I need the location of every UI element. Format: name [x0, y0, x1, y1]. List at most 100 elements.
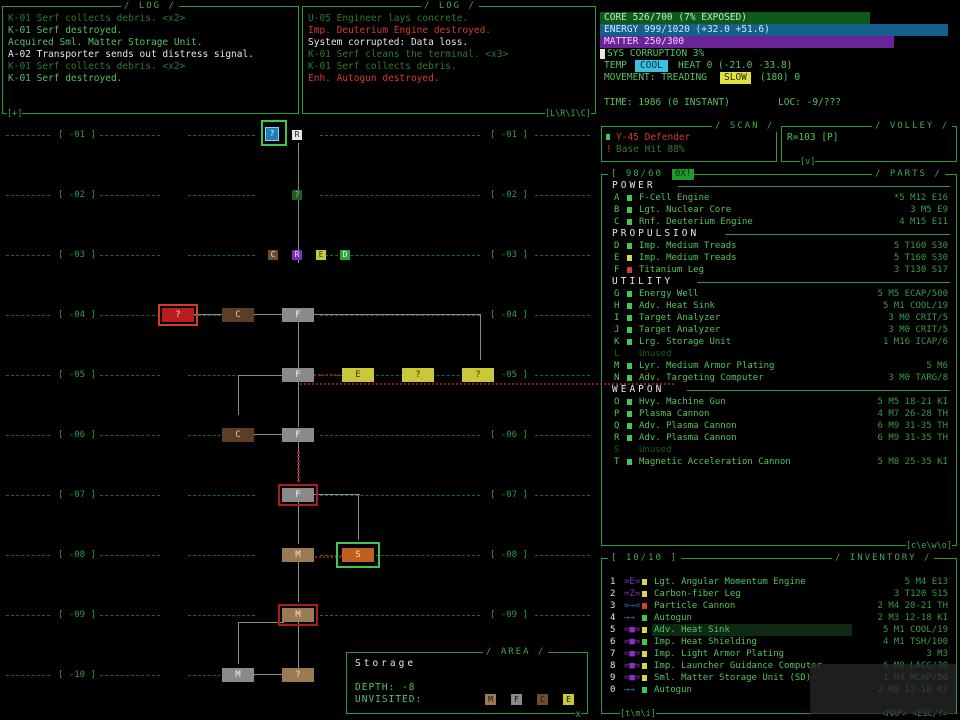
part-stats: 3 M0 CRIT/5: [888, 325, 948, 335]
part-integrity-icon: [627, 303, 632, 309]
part-name: Energy Well: [639, 289, 699, 299]
part-row[interactable]: C Rnf. Deuterium Engine 4 M15 E11: [614, 216, 950, 228]
part-integrity-icon: [627, 243, 632, 249]
inventory-slot-number: 8: [610, 661, 616, 671]
depth-guide-line: [188, 195, 255, 196]
depth-guide-line: [6, 255, 50, 256]
inventory-item[interactable]: 1 =E= Lgt. Angular Momentum Engine 5 M4 E13: [610, 576, 950, 588]
map-node[interactable]: ?: [402, 368, 434, 382]
map-node[interactable]: M: [278, 604, 318, 626]
map-node[interactable]: C: [268, 250, 278, 260]
depth-label-left: [ -08 ]: [58, 550, 96, 560]
map-node[interactable]: S: [336, 542, 380, 568]
inventory-item[interactable]: 2 =Z= Carbon-fiber Leg 3 T120 S15: [610, 588, 950, 600]
temp-badge: COOL: [635, 60, 668, 72]
parts-title: / PARTS /: [872, 169, 945, 180]
inventory-slot-number: 3: [610, 601, 616, 611]
parts-filter-tabs[interactable]: [c\e\w\o]: [905, 541, 952, 551]
depth-guide-line: [100, 255, 160, 256]
part-name: Magnetic Acceleration Cannon: [639, 457, 791, 467]
part-row[interactable]: B Lgt. Nuclear Core 3 M5 E9: [614, 204, 950, 216]
part-name: Titanium Leg: [639, 265, 705, 275]
item-type-icon: =■=: [624, 661, 641, 671]
part-row[interactable]: L Unused: [614, 348, 950, 360]
depth-guide-line: [100, 435, 160, 436]
part-row[interactable]: H Adv. Heat Sink 5 M1 COOL/19: [614, 300, 950, 312]
part-stats: 5 T160 S30: [893, 241, 948, 251]
inventory-item[interactable]: 7 =■= Imp. Light Armor Plating 3 M3: [610, 648, 950, 660]
map-node[interactable]: C: [222, 428, 254, 442]
map-node[interactable]: ?: [462, 368, 494, 382]
map-node[interactable]: F: [282, 308, 314, 322]
part-row[interactable]: J Target Analyzer 3 M0 CRIT/5: [614, 324, 950, 336]
log-panel-left: / LOG / K-01 Serf collects debris. <x2> K…: [2, 1, 299, 119]
part-row[interactable]: M Lyr. Medium Armor Plating 5 M6: [614, 360, 950, 372]
map-node[interactable]: ?: [292, 190, 302, 200]
inventory-item[interactable]: 4 →→ Autogun 2 M3 12-18 KI: [610, 612, 950, 624]
part-row[interactable]: F Titanium Leg 3 T130 S17: [614, 264, 950, 276]
depth-label-left: [ -09 ]: [58, 610, 96, 620]
hazard-connector: [300, 383, 674, 385]
path-dot: [298, 232, 299, 234]
part-row[interactable]: Q Adv. Plasma Cannon 6 M9 31-35 TH: [614, 420, 950, 432]
item-type-icon: =■=: [624, 625, 641, 635]
log-line: K-01 Serf cleans the terminal. <x3>: [308, 49, 509, 60]
depth-label-left: [ -03 ]: [58, 250, 96, 260]
part-row[interactable]: G Energy Well 5 M5 ECAP/500: [614, 288, 950, 300]
scan-alert-icon: !: [606, 144, 612, 155]
item-integrity-icon: [642, 603, 647, 609]
volley-range: R=103 [P]: [787, 132, 839, 143]
map-connector: [314, 314, 480, 315]
part-key: O: [614, 397, 620, 407]
inventory-item[interactable]: 6 =■= Imp. Heat Shielding 4 M1 TSH/100: [610, 636, 950, 648]
map-node[interactable]: ?: [282, 668, 314, 682]
section-divider: [696, 282, 950, 283]
map-node[interactable]: E: [316, 250, 326, 260]
item-name: Autogun: [654, 613, 692, 623]
part-row[interactable]: O Hvy. Machine Gun 5 M5 18-21 KI: [614, 396, 950, 408]
area-close-button[interactable]: x: [575, 709, 581, 720]
part-row[interactable]: A F-Cell Engine *5 M12 E16: [614, 192, 950, 204]
log-expand-button[interactable]: [+]: [7, 109, 23, 119]
map-node[interactable]: M: [282, 548, 314, 562]
part-row[interactable]: D Imp. Medium Treads 5 T160 S30: [614, 240, 950, 252]
depth-guide-line: [320, 615, 480, 616]
volley-toggle[interactable]: [v]: [800, 157, 816, 167]
map-node[interactable]: F: [282, 428, 314, 442]
part-row[interactable]: I Target Analyzer 3 M0 CRIT/5: [614, 312, 950, 324]
log-filter-tabs[interactable]: [L\R\I\C]: [544, 109, 591, 119]
item-integrity-icon: [642, 639, 647, 645]
part-name: Hvy. Machine Gun: [639, 397, 726, 407]
part-row[interactable]: K Lrg. Storage Unit 1 M16 ICAP/6: [614, 336, 950, 348]
part-row[interactable]: R Adv. Plasma Cannon 6 M9 31-35 TH: [614, 432, 950, 444]
part-row[interactable]: E Imp. Medium Treads 5 T160 S30: [614, 252, 950, 264]
part-stats: 6 M9 31-35 TH: [877, 433, 948, 443]
part-integrity-icon: [627, 399, 632, 405]
map-node[interactable]: D: [340, 250, 350, 260]
part-key: E: [614, 253, 620, 263]
section-divider: [725, 234, 950, 235]
path-dot: [298, 224, 299, 226]
part-integrity-icon: [627, 435, 632, 441]
map-node[interactable]: ?: [265, 127, 279, 141]
part-row[interactable]: T Magnetic Acceleration Cannon 5 M8 25-35 …: [614, 456, 950, 468]
part-row[interactable]: S Unused: [614, 444, 950, 456]
part-stats: 3 M5 E9: [910, 205, 948, 215]
inventory-filter-tabs[interactable]: [t\m\i]: [620, 709, 656, 719]
map-node[interactable]: ?: [158, 304, 198, 326]
map-node[interactable]: C: [222, 308, 254, 322]
map-node[interactable]: R: [292, 250, 302, 260]
depth-guide-line: [320, 315, 480, 316]
map-node[interactable]: F: [282, 368, 314, 382]
part-row[interactable]: P Plasma Cannon 4 M7 26-28 TH: [614, 408, 950, 420]
path-dot: [298, 216, 299, 218]
part-name: Target Analyzer: [639, 313, 721, 323]
map-node[interactable]: R: [292, 130, 302, 140]
map-node[interactable]: M: [222, 668, 254, 682]
map-node[interactable]: F: [278, 484, 318, 506]
inventory-item[interactable]: 3 =→= Particle Cannon 2 M4 20-21 TH: [610, 600, 950, 612]
item-name: Imp. Launcher Guidance Computer: [654, 661, 822, 671]
map-node[interactable]: E: [342, 368, 374, 382]
inventory-item[interactable]: 5 =■= Adv. Heat Sink 5 M1 COOL/19: [610, 624, 950, 636]
part-key: I: [614, 313, 620, 323]
